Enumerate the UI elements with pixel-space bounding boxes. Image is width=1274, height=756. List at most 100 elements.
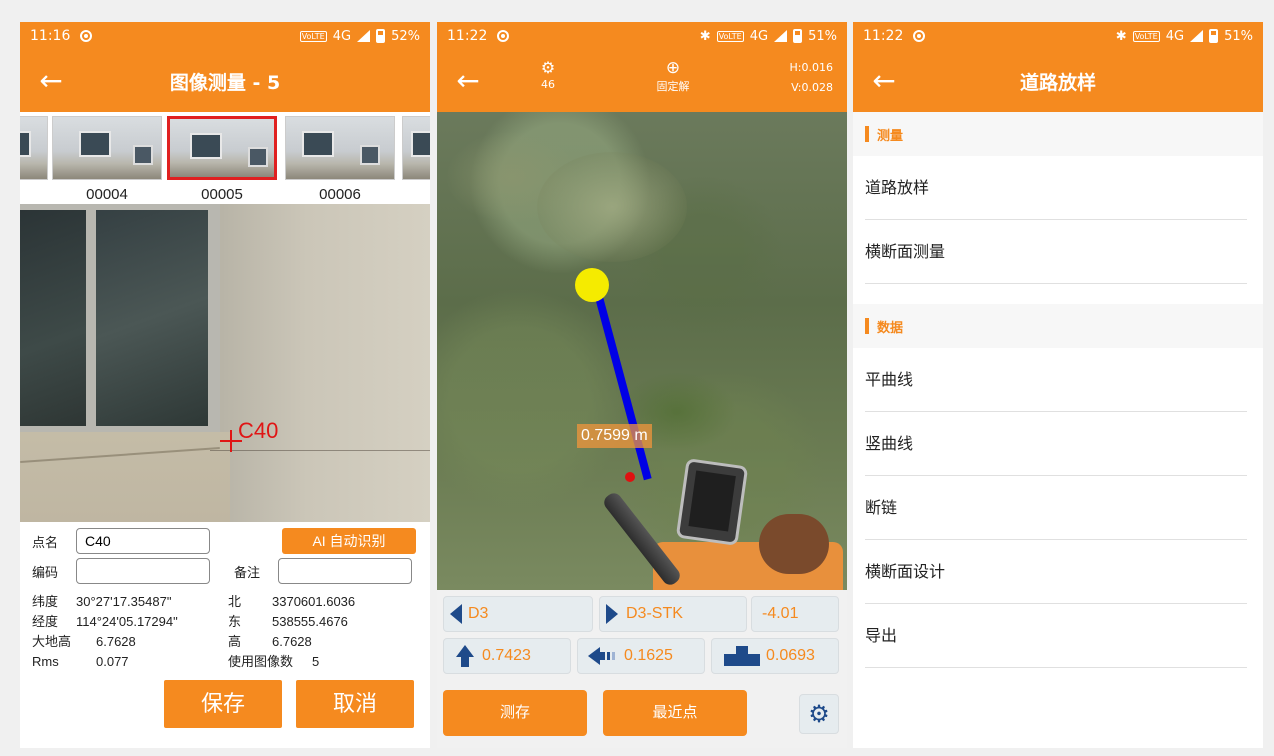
offset-value: -4.01: [751, 596, 839, 632]
location-icon: [497, 30, 510, 42]
gear-icon[interactable]: ⚙: [799, 694, 839, 734]
battery-icon: [1209, 29, 1219, 43]
volte-icon: VoLTE: [716, 30, 744, 42]
height-value: 6.7628: [272, 634, 312, 649]
page-title: 道路放样: [1019, 71, 1096, 94]
crosshair-icon: ⊕: [665, 58, 681, 78]
measure-save-button[interactable]: 测存: [443, 690, 587, 736]
section-title: 测量: [877, 128, 904, 144]
fix-status[interactable]: ⊕ 固定解: [643, 58, 703, 94]
volte-icon: VoLTE: [299, 30, 327, 42]
section-header-measure: 测量: [853, 112, 1263, 156]
satellite-status[interactable]: ⚙ 46: [533, 58, 563, 91]
geodetic-height-value: 6.7628: [96, 634, 136, 649]
app-bar: ← ⚙ 46 ⊕ 固定解 H:0.016 V:0.028: [437, 50, 847, 112]
signal-icon: [357, 30, 371, 42]
stakeout-panel: D3 D3-STK -4.01 0.7423 0.1625 0.0693 测存 …: [437, 590, 847, 748]
road-stakeout-menu-screen: 11:22 ✱ VoLTE 4G 51% ← 道路放样 测量 道路放样 横断面测…: [853, 22, 1263, 748]
back-arrow-icon[interactable]: ←: [34, 64, 68, 98]
menu-measure: 道路放样 横断面测量: [853, 156, 1263, 304]
volte-icon: VoLTE: [1132, 30, 1160, 42]
rms-label: Rms: [32, 654, 59, 669]
name-label: 点名: [32, 535, 59, 551]
code-label: 编码: [32, 565, 59, 581]
signal-icon: [774, 30, 788, 42]
status-time: 11:22: [447, 28, 488, 44]
network-type: 4G: [1165, 28, 1185, 44]
fix-status-label: 固定解: [656, 80, 690, 93]
menu-item-cross-section-survey[interactable]: 横断面测量: [865, 220, 1247, 284]
north-offset-value: 0.7423: [482, 647, 531, 664]
note-input[interactable]: [278, 558, 412, 584]
back-arrow-icon[interactable]: ←: [867, 64, 901, 98]
thumbnail-strip[interactable]: 00004 00005 00006: [20, 112, 430, 204]
camera-view[interactable]: 0.7599 m: [437, 112, 847, 590]
east-value: 538555.4676: [272, 614, 348, 629]
app-bar: ← 图像测量 - 5: [20, 50, 430, 112]
latitude-value: 30°27'17.35487": [76, 594, 172, 609]
menu-item-cross-section-design[interactable]: 横断面设计: [865, 540, 1247, 604]
bluetooth-icon: ✱: [1115, 28, 1127, 44]
menu-data: 平曲线 竖曲线 断链 横断面设计 导出: [853, 348, 1263, 748]
next-icon: [606, 604, 618, 624]
cancel-button[interactable]: 取消: [296, 680, 414, 728]
previous-point-button[interactable]: D3: [443, 596, 593, 632]
menu-item-vertical-curve[interactable]: 竖曲线: [865, 412, 1247, 476]
h-precision: H:0.016: [789, 61, 833, 74]
status-time: 11:16: [30, 28, 71, 44]
bluetooth-icon: ✱: [699, 28, 711, 44]
section-title: 数据: [877, 320, 904, 336]
thumbnail[interactable]: [52, 116, 162, 180]
network-type: 4G: [332, 28, 352, 44]
save-button[interactable]: 保存: [164, 680, 282, 728]
measurement-photo[interactable]: C40: [20, 204, 430, 522]
arrow-up-icon: [454, 645, 476, 667]
image-count-value: 5: [312, 654, 320, 669]
next-point-button[interactable]: D3-STK: [599, 596, 747, 632]
thumbnail-label: 00004: [86, 186, 128, 203]
point-name-input[interactable]: [76, 528, 210, 554]
v-precision: V:0.028: [791, 81, 833, 94]
battery-level: 51%: [1224, 28, 1253, 44]
latitude-label: 纬度: [32, 594, 59, 609]
back-arrow-icon[interactable]: ←: [451, 64, 485, 98]
app-bar: ← 道路放样: [853, 50, 1263, 112]
status-bar: 11:22 ✱ VoLTE 4G 51%: [437, 22, 847, 50]
coordinate-info: 纬度 30°27'17.35487" 北 3370601.6036 经度 114…: [32, 592, 418, 671]
arrow-left-icon: [588, 646, 618, 666]
north-offset: 0.7423: [443, 638, 571, 674]
location-icon: [913, 30, 926, 42]
note-label: 备注: [234, 565, 261, 581]
west-offset-value: 0.1625: [624, 647, 673, 664]
thumbnail[interactable]: [285, 116, 395, 180]
photo-window: [20, 204, 220, 434]
code-input[interactable]: [76, 558, 210, 584]
west-offset: 0.1625: [577, 638, 705, 674]
menu-item-road-stakeout[interactable]: 道路放样: [865, 156, 1247, 220]
fill-offset-value: 0.0693: [766, 647, 815, 664]
ai-recognize-button[interactable]: AI 自动识别: [282, 528, 416, 554]
nearest-point-button[interactable]: 最近点: [603, 690, 747, 736]
thumbnail-selected[interactable]: [167, 116, 277, 180]
fill-icon: [724, 646, 760, 666]
battery-level: 52%: [391, 28, 420, 44]
thumbnail[interactable]: [402, 116, 430, 180]
north-value: 3370601.6036: [272, 594, 356, 609]
height-label: 高: [228, 634, 242, 649]
offset-text: -4.01: [762, 605, 799, 622]
north-label: 北: [228, 594, 242, 609]
menu-item-export[interactable]: 导出: [865, 604, 1247, 668]
thumbnail-label: 00006: [319, 186, 361, 203]
thumbnail[interactable]: [20, 116, 48, 180]
precision-readout: H:0.016 V:0.028: [790, 58, 833, 98]
previous-icon: [450, 604, 462, 624]
stakeout-camera-screen: 11:22 ✱ VoLTE 4G 51% ← ⚙ 46 ⊕ 固定解 H:0.01…: [437, 22, 847, 748]
status-time: 11:22: [863, 28, 904, 44]
thumbnail-label: 00005: [201, 186, 243, 203]
status-bar: 11:22 ✱ VoLTE 4G 51%: [853, 22, 1263, 50]
image-count-label: 使用图像数: [228, 654, 294, 669]
menu-item-horizontal-curve[interactable]: 平曲线: [865, 348, 1247, 412]
battery-level: 51%: [808, 28, 837, 44]
menu-item-chain-break[interactable]: 断链: [865, 476, 1247, 540]
page-title: 图像测量 - 5: [169, 71, 281, 94]
